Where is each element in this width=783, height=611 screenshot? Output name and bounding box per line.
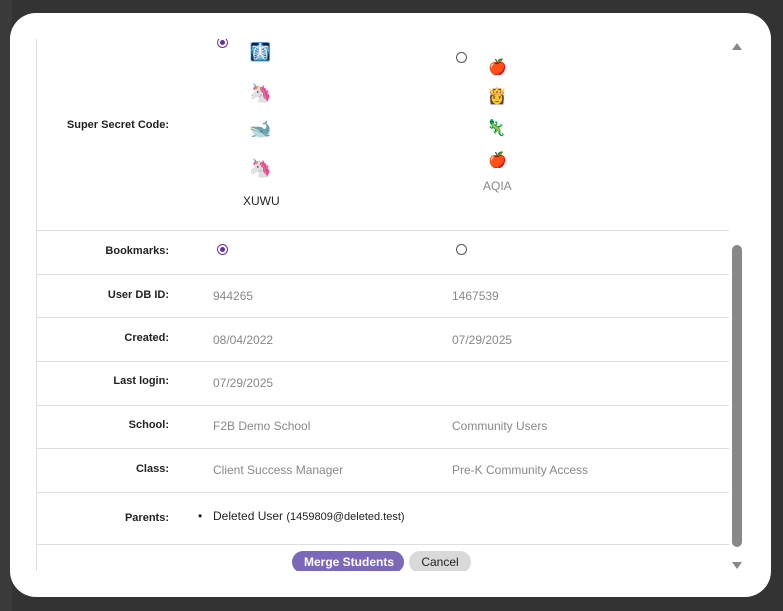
unicorn-icon: 🦄 <box>249 83 272 104</box>
bookmarks-label: Bookmarks: <box>105 245 169 257</box>
modal-scrollbar[interactable] <box>729 39 745 571</box>
school-label: School: <box>128 419 169 431</box>
user-db-id-right-value: 1467539 <box>452 289 499 303</box>
parents-row: Parents: • Deleted User (1459809@deleted… <box>37 493 729 545</box>
class-left-value: Client Success Manager <box>213 463 344 477</box>
parent-email: (1459809@deleted.test) <box>286 511 405 523</box>
last-login-label: Last login: <box>113 375 169 387</box>
scrollbar-thumb[interactable] <box>732 245 742 547</box>
super-secret-code-label: Super Secret Code: <box>66 119 169 131</box>
user-db-id-row: User DB ID: 944265 1467539 <box>37 275 729 318</box>
super-secret-code-left-text: XUWU <box>243 194 280 208</box>
last-login-left-value: 07/29/2025 <box>213 376 274 390</box>
merge-students-button[interactable]: Merge Students <box>292 551 404 571</box>
modal-scroll-area[interactable]: Super Secret Code: 🩻 🦄 🐋 🦄 XUWU 🍎 👸 🦎 🍎 … <box>36 39 729 571</box>
scroll-down-arrow-icon[interactable] <box>732 562 742 569</box>
user-db-id-label: User DB ID: <box>107 289 169 301</box>
created-right-value: 07/29/2025 <box>452 333 513 347</box>
user-db-id-left-value: 944265 <box>213 289 254 303</box>
princess-icon: 👸 <box>487 86 507 105</box>
school-left-value: F2B Demo School <box>213 419 311 433</box>
unicorn-icon: 🦄 <box>249 158 272 179</box>
apple-icon: 🍎 <box>488 151 507 169</box>
bookmarks-right-radio[interactable] <box>456 244 467 255</box>
parents-list-item: • Deleted User (1459809@deleted.test) <box>198 509 405 523</box>
bookmarks-left-radio[interactable] <box>217 244 228 255</box>
super-secret-code-right-radio[interactable] <box>456 52 467 63</box>
super-secret-code-left-radio[interactable] <box>217 39 228 48</box>
merge-students-modal: Super Secret Code: 🩻 🦄 🐋 🦄 XUWU 🍎 👸 🦎 🍎 … <box>10 13 771 597</box>
created-label: Created: <box>124 332 169 344</box>
x-ray-icon: 🩻 <box>249 42 272 63</box>
last-login-row: Last login: 07/29/2025 <box>37 362 729 406</box>
super-secret-code-right-text: AQIA <box>483 179 512 193</box>
scroll-up-arrow-icon[interactable] <box>732 43 742 50</box>
created-left-value: 08/04/2022 <box>213 333 274 347</box>
class-label: Class: <box>135 463 169 475</box>
parents-label: Parents: <box>124 512 169 524</box>
lizard-icon: 🦎 <box>486 118 506 137</box>
parent-name: Deleted User <box>213 509 284 523</box>
whale-icon: 🐋 <box>249 119 272 140</box>
super-secret-code-row: Super Secret Code: 🩻 🦄 🐋 🦄 XUWU 🍎 👸 🦎 🍎 … <box>37 39 729 231</box>
bookmarks-row: Bookmarks: <box>37 231 729 275</box>
class-row: Class: Client Success Manager Pre-K Comm… <box>37 449 729 493</box>
school-right-value: Community Users <box>452 419 548 433</box>
created-row: Created: 08/04/2022 07/29/2025 <box>37 318 729 362</box>
class-right-value: Pre-K Community Access <box>452 463 589 477</box>
school-row: School: F2B Demo School Community Users <box>37 406 729 449</box>
apple-icon: 🍎 <box>488 58 507 76</box>
list-bullet: • <box>198 509 203 523</box>
cancel-button[interactable]: Cancel <box>409 551 471 571</box>
